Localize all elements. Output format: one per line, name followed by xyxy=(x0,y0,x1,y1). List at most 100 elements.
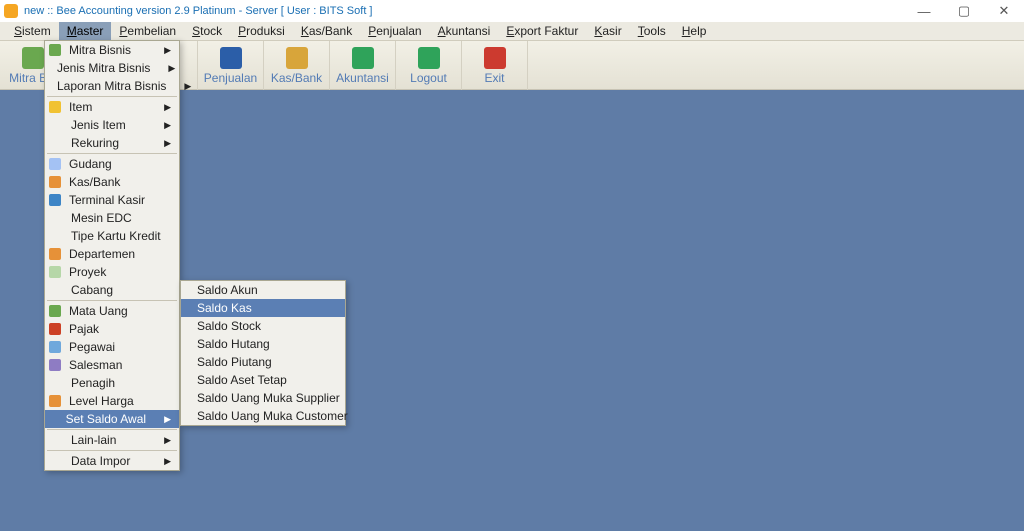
master-item-pegawai[interactable]: Pegawai xyxy=(45,338,179,356)
app-icon xyxy=(4,4,18,18)
saldo-item-saldo-aset-tetap[interactable]: Saldo Aset Tetap xyxy=(181,371,345,389)
menu-item-label: Item xyxy=(69,100,146,114)
menu-produksi[interactable]: Produksi xyxy=(230,22,293,40)
master-item-pajak[interactable]: Pajak xyxy=(45,320,179,338)
menu-item-label: Terminal Kasir xyxy=(69,193,171,207)
toolbar-label: Logout xyxy=(410,71,447,85)
menu-item-label: Level Harga xyxy=(69,394,171,408)
menu-item-label: Pegawai xyxy=(69,340,171,354)
menu-item-label: Salesman xyxy=(69,358,171,372)
master-item-salesman[interactable]: Salesman xyxy=(45,356,179,374)
menu-icon xyxy=(49,432,65,448)
saldo-item-saldo-uang-muka-supplier[interactable]: Saldo Uang Muka Supplier xyxy=(181,389,345,407)
saldo-item-saldo-kas[interactable]: Saldo Kas xyxy=(181,299,345,317)
menu-item-label: Mesin EDC xyxy=(71,211,171,225)
toolbar-akuntansi[interactable]: Akuntansi xyxy=(330,41,396,91)
menu-icon xyxy=(49,375,65,391)
menu-stock[interactable]: Stock xyxy=(184,22,230,40)
menu-kas-bank[interactable]: Kas/Bank xyxy=(293,22,360,40)
menu-akuntansi[interactable]: Akuntansi xyxy=(430,22,499,40)
toolbar-label: Kas/Bank xyxy=(271,71,322,85)
master-item-mitra-bisnis[interactable]: Mitra Bisnis▶ xyxy=(45,41,179,59)
master-item-level-harga[interactable]: Level Harga xyxy=(45,392,179,410)
master-item-gudang[interactable]: Gudang xyxy=(45,155,179,173)
saldo-item-saldo-hutang[interactable]: Saldo Hutang xyxy=(181,335,345,353)
saldo-item-saldo-akun[interactable]: Saldo Akun xyxy=(181,281,345,299)
menu-item-label: Mata Uang xyxy=(69,304,171,318)
menu-icon xyxy=(49,282,65,298)
window-title: new :: Bee Accounting version 2.9 Platin… xyxy=(24,5,373,17)
toolbar-penjualan[interactable]: Penjualan xyxy=(198,41,264,91)
saldo-item-saldo-stock[interactable]: Saldo Stock xyxy=(181,317,345,335)
menu-export-faktur[interactable]: Export Faktur xyxy=(498,22,586,40)
menubar: SistemMasterPembelianStockProduksiKas/Ba… xyxy=(0,22,1024,40)
chevron-right-icon: ▶ xyxy=(164,414,171,425)
menu-item-label: Gudang xyxy=(69,157,171,171)
menu-sistem[interactable]: Sistem xyxy=(6,22,59,40)
Logout-icon xyxy=(418,47,440,69)
menu-help[interactable]: Help xyxy=(674,22,715,40)
toolbar-logout[interactable]: Logout xyxy=(396,41,462,91)
master-item-penagih[interactable]: Penagih xyxy=(45,374,179,392)
master-item-set-saldo-awal[interactable]: Set Saldo Awal ▶ xyxy=(45,410,179,428)
toolbar-exit[interactable]: Exit xyxy=(462,41,528,91)
master-item-jenis-mitra-bisnis[interactable]: Jenis Mitra Bisnis▶ xyxy=(45,59,179,77)
menu-item-label: Cabang xyxy=(71,283,171,297)
titlebar: new :: Bee Accounting version 2.9 Platin… xyxy=(0,0,1024,22)
master-item-terminal-kasir[interactable]: Terminal Kasir xyxy=(45,191,179,209)
close-button[interactable]: ✕ xyxy=(984,0,1024,22)
master-item-laporan-mitra-bisnis[interactable]: Laporan Mitra Bisnis▶ xyxy=(45,77,179,95)
menu-icon xyxy=(49,210,65,226)
master-item-kas-bank[interactable]: Kas/Bank xyxy=(45,173,179,191)
master-item-data-impor[interactable]: Data Impor▶ xyxy=(45,452,179,470)
master-item-cabang[interactable]: Cabang xyxy=(45,281,179,299)
menu-tools[interactable]: Tools xyxy=(630,22,674,40)
master-item-mesin-edc[interactable]: Mesin EDC xyxy=(45,209,179,227)
toolbar-kas-bank[interactable]: Kas/Bank xyxy=(264,41,330,91)
saldo-item-saldo-uang-muka-customer[interactable]: Saldo Uang Muka Customer xyxy=(181,407,345,425)
chevron-right-icon: ▶ xyxy=(168,63,175,74)
menu-icon xyxy=(49,248,61,260)
submenu-item-label: Saldo Kas xyxy=(197,301,337,315)
chevron-right-icon: ▶ xyxy=(164,138,171,149)
submenu-item-label: Saldo Aset Tetap xyxy=(197,373,337,387)
menu-icon xyxy=(49,395,61,407)
master-item-rekuring[interactable]: Rekuring▶ xyxy=(45,134,179,152)
menu-icon xyxy=(49,135,65,151)
menu-kasir[interactable]: Kasir xyxy=(586,22,629,40)
maximize-button[interactable]: ▢ xyxy=(944,0,984,22)
master-dropdown[interactable]: Mitra Bisnis▶Jenis Mitra Bisnis▶Laporan … xyxy=(44,40,180,471)
master-item-lain-lain[interactable]: Lain-lain ▶ xyxy=(45,431,179,449)
Penjualan-icon xyxy=(220,47,242,69)
chevron-right-icon: ▶ xyxy=(164,102,171,113)
menu-icon xyxy=(49,117,65,133)
minimize-button[interactable]: — xyxy=(904,0,944,22)
menu-icon xyxy=(49,266,61,278)
menu-item-label: Jenis Item xyxy=(71,118,146,132)
menu-icon xyxy=(49,176,61,188)
chevron-right-icon: ▶ xyxy=(164,435,171,446)
menu-item-label: Proyek xyxy=(69,265,171,279)
menu-pembelian[interactable]: Pembelian xyxy=(111,22,184,40)
master-item-proyek[interactable]: Proyek xyxy=(45,263,179,281)
menu-item-label: Set Saldo Awal xyxy=(66,412,147,426)
saldo-item-saldo-piutang[interactable]: Saldo Piutang xyxy=(181,353,345,371)
toolbar-label: Akuntansi xyxy=(336,71,389,85)
master-item-departemen[interactable]: Departemen xyxy=(45,245,179,263)
menu-icon xyxy=(49,411,60,427)
master-item-item[interactable]: Item ▶ xyxy=(45,98,179,116)
master-item-tipe-kartu-kredit[interactable]: Tipe Kartu Kredit xyxy=(45,227,179,245)
toolbar-label: Penjualan xyxy=(204,71,257,85)
chevron-right-icon: ▶ xyxy=(164,456,171,467)
master-item-mata-uang[interactable]: Mata Uang xyxy=(45,302,179,320)
menu-item-label: Tipe Kartu Kredit xyxy=(71,229,171,243)
menu-icon xyxy=(49,341,61,353)
menu-icon xyxy=(49,305,61,317)
menu-item-label: Departemen xyxy=(69,247,171,261)
menu-penjualan[interactable]: Penjualan xyxy=(360,22,429,40)
master-item-jenis-item[interactable]: Jenis Item▶ xyxy=(45,116,179,134)
menu-item-label: Lain-lain xyxy=(71,433,146,447)
set-saldo-awal-submenu[interactable]: Saldo Akun Saldo Kas Saldo StockSaldo Huta… xyxy=(180,280,346,426)
menu-master[interactable]: Master xyxy=(59,22,112,40)
submenu-item-label: Saldo Uang Muka Customer xyxy=(197,409,348,423)
